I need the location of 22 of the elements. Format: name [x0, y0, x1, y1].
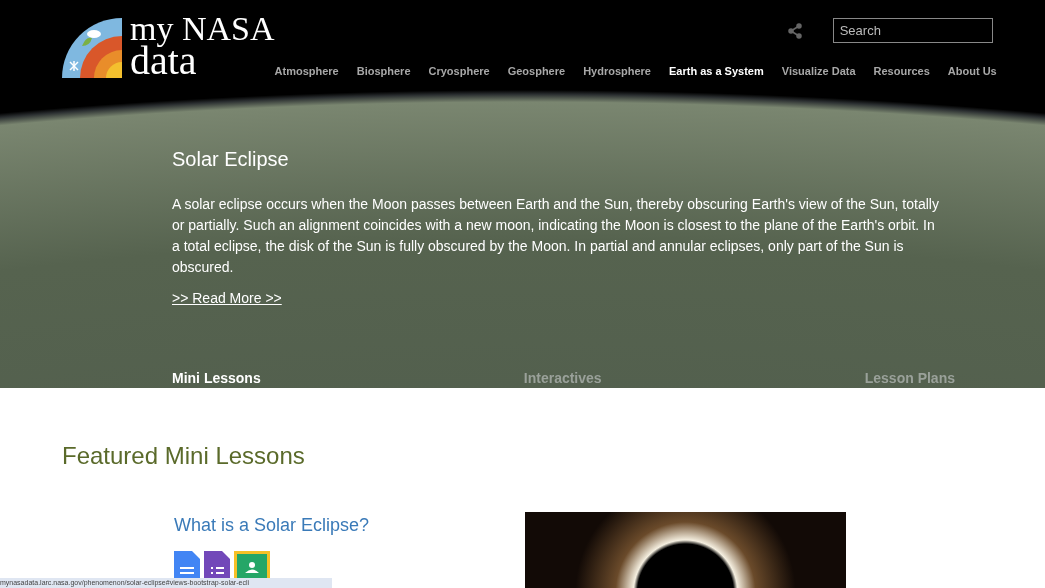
- nav-link[interactable]: Atmosphere: [274, 63, 339, 80]
- nav-link[interactable]: Hydrosphere: [583, 63, 651, 80]
- read-more-link[interactable]: >> Read More >>: [172, 288, 282, 309]
- nav-link[interactable]: Geosphere: [507, 63, 566, 80]
- nav-link[interactable]: Cryosphere: [428, 63, 490, 80]
- section-tab[interactable]: Mini Lessons: [172, 368, 261, 389]
- classroom-icon[interactable]: [234, 551, 270, 581]
- lesson-link[interactable]: What is a Solar Eclipse?: [174, 515, 370, 535]
- form-icon[interactable]: [204, 551, 230, 581]
- nav-link[interactable]: Visualize Data: [781, 63, 856, 80]
- section-heading: Featured Mini Lessons: [62, 441, 306, 471]
- share-icon[interactable]: [786, 22, 803, 39]
- hero-description: A solar eclipse occurs when the Moon passes between Earth and the Sun, thereby obscuring Earth's view of the Sun, totally or partially. Such an alignment coincides with a new moon, indicating the Moon is closest to the plane of the Earth's orbit. In a total eclipse, the disk of the Sun is fully obscured by the Moon. In partial and annular eclipses, only part of the Sun is obscured.: [172, 195, 940, 277]
- nav-link[interactable]: Biosphere: [356, 63, 411, 80]
- search-field[interactable]: Search: [832, 18, 993, 43]
- nav-link[interactable]: Resources: [873, 63, 930, 80]
- logo-icon: [62, 18, 122, 78]
- logo-text: data: [130, 44, 197, 78]
- nav-link[interactable]: Earth as a System: [669, 63, 764, 80]
- hero-title: Solar Eclipse: [172, 147, 290, 172]
- nav-link[interactable]: About Us: [947, 63, 997, 80]
- document-icon[interactable]: [174, 551, 200, 581]
